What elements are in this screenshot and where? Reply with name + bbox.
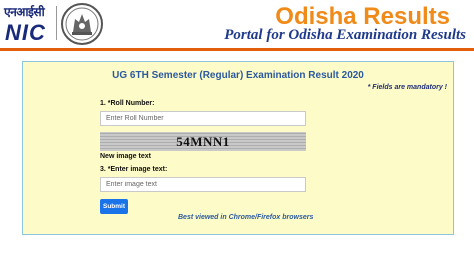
roll-number-label: 1. *Roll Number: <box>100 100 155 107</box>
exam-title: UG 6TH Semester (Regular) Examination Re… <box>112 70 364 81</box>
image-text-input[interactable] <box>100 177 306 192</box>
captcha-text: 54MNN1 <box>176 134 230 149</box>
image-text-label: 3. *Enter image text: <box>100 166 168 173</box>
site-subtitle: Portal for Odisha Examination Results <box>224 27 466 43</box>
submit-button[interactable]: Submit <box>100 199 128 214</box>
logo-divider <box>56 6 57 40</box>
result-form-panel: UG 6TH Semester (Regular) Examination Re… <box>22 61 454 235</box>
odisha-emblem-icon <box>61 3 103 45</box>
new-image-link[interactable]: New image text <box>100 153 151 160</box>
header-divider <box>0 48 474 51</box>
nic-logo[interactable]: एनआईसी NIC <box>4 3 52 45</box>
browser-note: Best viewed in Chrome/Firefox browsers <box>178 214 314 221</box>
site-header: एनआईसी NIC Odisha Results Portal for Odi… <box>0 0 474 48</box>
roll-number-input[interactable] <box>100 111 306 126</box>
nic-logo-hindi: एनआईसी <box>4 5 45 19</box>
captcha-image: 54MNN1 <box>100 132 306 151</box>
mandatory-note: * Fields are mandatory ! <box>367 84 447 91</box>
nic-logo-text: NIC <box>5 20 46 45</box>
